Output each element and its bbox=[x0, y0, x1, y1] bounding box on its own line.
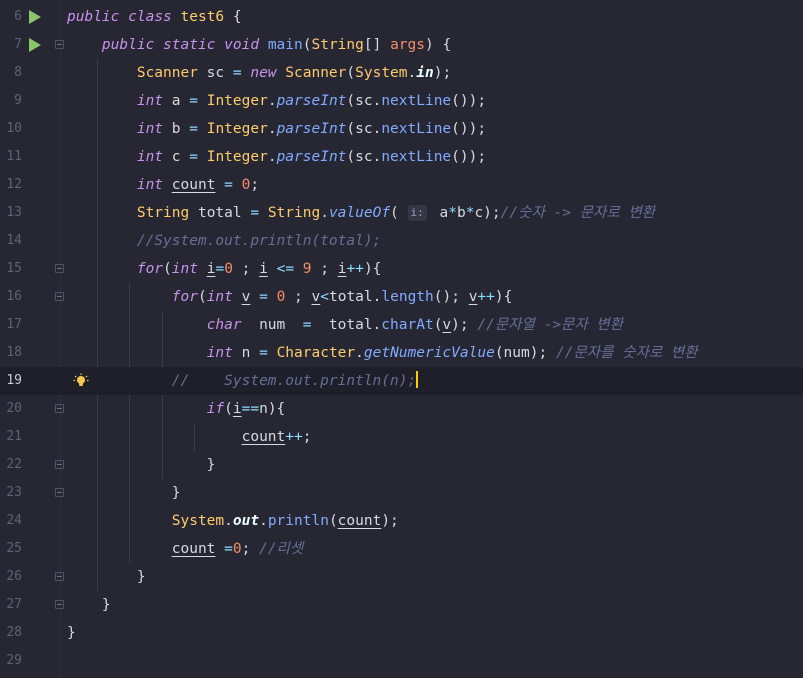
fold-icon[interactable] bbox=[55, 460, 64, 469]
code-line[interactable]: 6 public class test6 { bbox=[0, 3, 803, 31]
code-text: public class test6 { bbox=[67, 9, 242, 25]
fold-icon[interactable] bbox=[55, 600, 64, 609]
code-line[interactable]: 24 System.out.println(count); bbox=[0, 507, 803, 535]
fold-icon[interactable] bbox=[55, 488, 64, 497]
line-number: 14 bbox=[6, 233, 22, 248]
code-line[interactable]: 10 int b = Integer.parseInt(sc.nextLine(… bbox=[0, 115, 803, 143]
fold-icon[interactable] bbox=[55, 40, 64, 49]
code-text: } bbox=[67, 597, 111, 613]
code-line[interactable]: 13 String total = String.valueOf( i: a*b… bbox=[0, 199, 803, 227]
code-line[interactable]: 28} bbox=[0, 619, 803, 647]
line-number: 27 bbox=[6, 597, 22, 612]
line-number: 29 bbox=[6, 653, 22, 668]
line-number: 20 bbox=[6, 401, 22, 416]
code-text: public static void main(String[] args) { bbox=[101, 37, 452, 53]
line-number: 21 bbox=[6, 429, 22, 444]
code-line[interactable]: 11 int c = Integer.parseInt(sc.nextLine(… bbox=[0, 143, 803, 171]
code-text: for(int i=0 ; i <= 9 ; i++){ bbox=[136, 261, 382, 277]
code-line[interactable]: 18 int n = Character.getNumericValue(num… bbox=[0, 339, 803, 367]
code-line[interactable]: 15 for(int i=0 ; i <= 9 ; i++){ bbox=[0, 255, 803, 283]
line-number: 23 bbox=[6, 485, 22, 500]
code-text: int a = Integer.parseInt(sc.nextLine()); bbox=[136, 93, 487, 109]
code-line[interactable]: 9 int a = Integer.parseInt(sc.nextLine()… bbox=[0, 87, 803, 115]
line-number: 19 bbox=[6, 373, 22, 388]
code-text: count =0; //리셋 bbox=[171, 541, 304, 557]
code-line[interactable]: 17 char num = total.charAt(v); //문자열 ->문… bbox=[0, 311, 803, 339]
code-text: } bbox=[67, 457, 216, 473]
line-number: 25 bbox=[6, 541, 22, 556]
line-number: 16 bbox=[6, 289, 22, 304]
code-line[interactable]: 23 } bbox=[0, 479, 803, 507]
line-number: 7 bbox=[14, 37, 22, 52]
line-number: 10 bbox=[6, 121, 22, 136]
code-line[interactable]: 29 bbox=[0, 647, 803, 675]
code-editor[interactable]: 6 public class test6 { 7 public static voi… bbox=[0, 0, 803, 678]
code-text: if(i==n){ bbox=[206, 401, 286, 417]
code-text: count++; bbox=[241, 429, 312, 445]
code-line[interactable]: 21 count++; bbox=[0, 423, 803, 451]
code-line[interactable]: 19 // System.out.println(n); bbox=[0, 367, 803, 395]
line-number: 18 bbox=[6, 345, 22, 360]
code-text: int count = 0; bbox=[136, 177, 260, 193]
run-icon[interactable] bbox=[29, 38, 41, 52]
line-number: 11 bbox=[6, 149, 22, 164]
fold-icon[interactable] bbox=[55, 572, 64, 581]
code-text: char num = total.charAt(v); //문자열 ->문자 변… bbox=[206, 317, 624, 333]
line-number: 26 bbox=[6, 569, 22, 584]
text-caret bbox=[416, 371, 419, 388]
code-line[interactable]: 26 } bbox=[0, 563, 803, 591]
code-line[interactable]: 8 Scanner sc = new Scanner(System.in); bbox=[0, 59, 803, 87]
code-text: String total = String.valueOf( i: a*b*c)… bbox=[136, 205, 656, 221]
code-text: // System.out.println(n); bbox=[171, 371, 419, 389]
code-line[interactable]: 16 for(int v = 0 ; v<total.length(); v++… bbox=[0, 283, 803, 311]
line-number: 17 bbox=[6, 317, 22, 332]
code-line[interactable]: 12 int count = 0; bbox=[0, 171, 803, 199]
line-number: 24 bbox=[6, 513, 22, 528]
fold-icon[interactable] bbox=[55, 404, 64, 413]
line-number: 13 bbox=[6, 205, 22, 220]
code-text: int b = Integer.parseInt(sc.nextLine()); bbox=[136, 121, 487, 137]
code-line[interactable]: 7 public static void main(String[] args)… bbox=[0, 31, 803, 59]
code-line[interactable]: 27 } bbox=[0, 591, 803, 619]
fold-icon[interactable] bbox=[55, 264, 64, 273]
code-line[interactable]: 25 count =0; //리셋 bbox=[0, 535, 803, 563]
fold-icon[interactable] bbox=[55, 292, 64, 301]
line-number: 12 bbox=[6, 177, 22, 192]
run-icon[interactable] bbox=[29, 10, 41, 24]
code-text: //System.out.println(total); bbox=[136, 233, 382, 249]
code-line[interactable]: 22 } bbox=[0, 451, 803, 479]
code-text: for(int v = 0 ; v<total.length(); v++){ bbox=[171, 289, 513, 305]
code-text: System.out.println(count); bbox=[171, 513, 399, 529]
line-number: 15 bbox=[6, 261, 22, 276]
line-number: 6 bbox=[14, 9, 22, 24]
line-number: 8 bbox=[14, 65, 22, 80]
code-text: int c = Integer.parseInt(sc.nextLine()); bbox=[136, 149, 487, 165]
code-text: int n = Character.getNumericValue(num); … bbox=[206, 345, 698, 361]
line-number: 22 bbox=[6, 457, 22, 472]
code-text: } bbox=[67, 485, 181, 501]
code-text: } bbox=[67, 569, 146, 585]
code-text: Scanner sc = new Scanner(System.in); bbox=[136, 65, 452, 81]
code-line[interactable]: 14 //System.out.println(total); bbox=[0, 227, 803, 255]
code-line[interactable]: 20 if(i==n){ bbox=[0, 395, 803, 423]
code-text: } bbox=[67, 625, 76, 641]
line-number: 28 bbox=[6, 625, 22, 640]
line-number: 9 bbox=[14, 93, 22, 108]
